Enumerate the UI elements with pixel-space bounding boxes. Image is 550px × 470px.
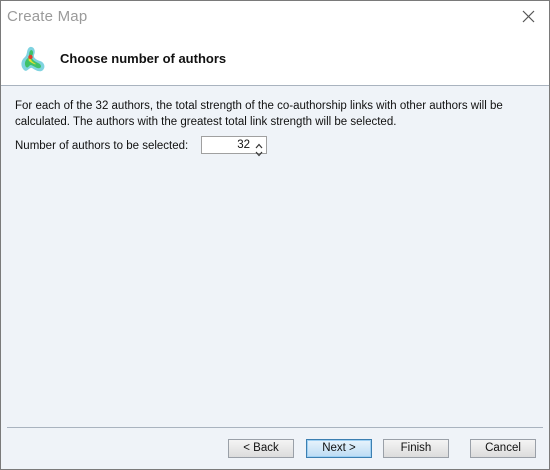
close-button[interactable] [515, 5, 541, 29]
finish-button[interactable]: Finish [383, 439, 449, 458]
next-button[interactable]: Next > [306, 439, 372, 458]
page-title: Choose number of authors [60, 51, 227, 66]
description-text: For each of the 32 authors, the total st… [15, 100, 503, 128]
vosviewer-density-map-icon [15, 43, 49, 77]
back-button[interactable]: < Back [228, 439, 294, 458]
spinner-up-button[interactable] [253, 137, 265, 149]
footer-divider [7, 427, 543, 428]
window-title: Create Map [7, 8, 88, 25]
spinner-arrows [253, 137, 265, 157]
chevron-down-icon [255, 151, 263, 157]
number-of-authors-label: Number of authors to be selected: [15, 140, 189, 152]
cancel-button[interactable]: Cancel [470, 439, 536, 458]
wizard-header: Choose number of authors [1, 33, 549, 86]
number-of-authors-input[interactable] [202, 137, 252, 153]
title-bar: Create Map [1, 1, 549, 33]
spinner-down-button[interactable] [253, 145, 265, 157]
create-map-dialog: Create Map Choose number of authors For … [0, 0, 550, 470]
number-of-authors-spinner[interactable] [201, 136, 267, 157]
close-icon [522, 10, 535, 23]
number-of-authors-row: Number of authors to be selected: [15, 136, 267, 157]
content-area: For each of the 32 authors, the total st… [15, 98, 535, 130]
